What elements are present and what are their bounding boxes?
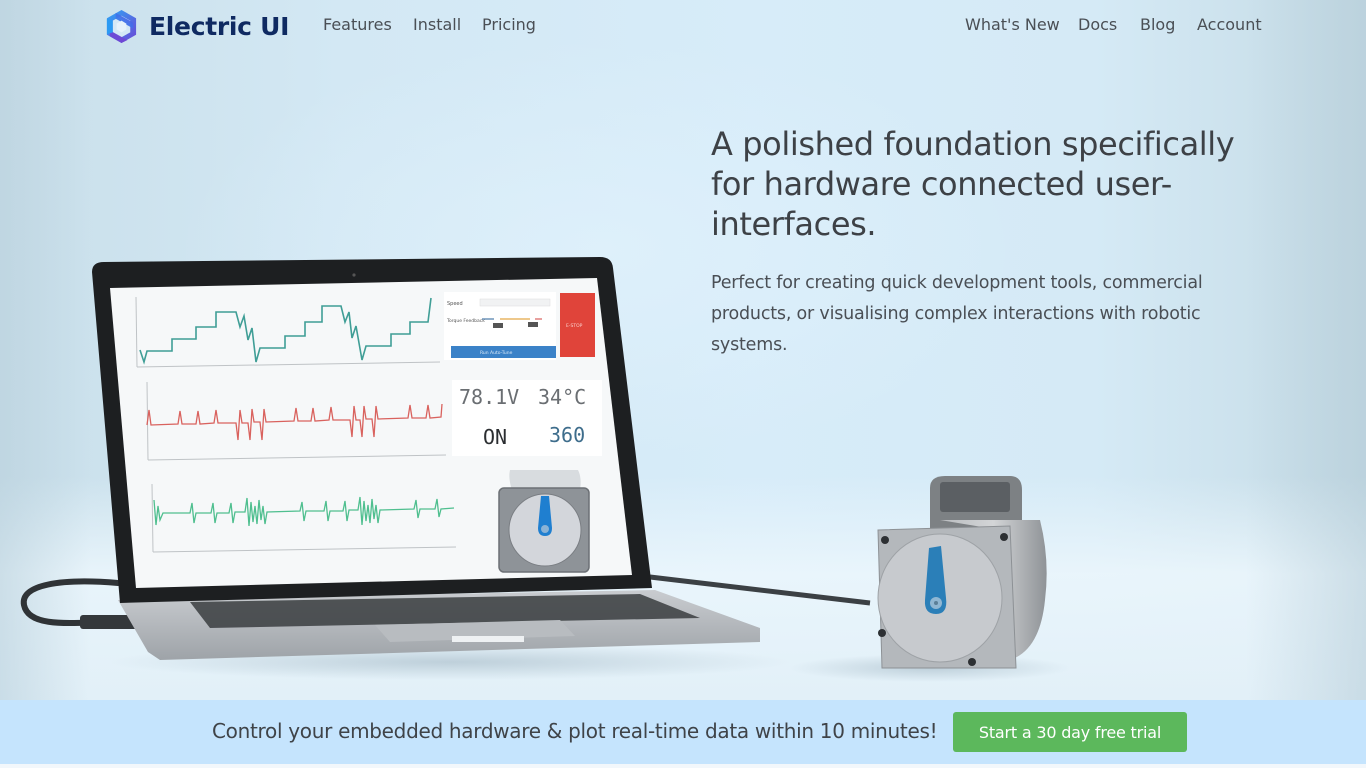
free-trial-button[interactable]: Start a 30 day free trial — [953, 712, 1187, 752]
nav-link-install[interactable]: Install — [413, 15, 461, 34]
brand-name: Electric UI — [149, 12, 290, 41]
speed-label: Speed — [447, 301, 463, 307]
top-navigation: Electric UI Features Install Pricing Wha… — [0, 0, 1366, 52]
readout-angle: 360 — [549, 423, 585, 447]
screen-readouts: 78.1V 34°C ON 360 — [452, 380, 602, 456]
nav-link-pricing[interactable]: Pricing — [482, 15, 536, 34]
nav-link-features[interactable]: Features — [323, 15, 392, 34]
hero-illustration: Speed Torque Feedback Run Auto-Tune E-ST… — [20, 257, 1070, 682]
motor-cable — [649, 574, 871, 606]
stepper-motor — [877, 476, 1047, 669]
laptop-camera — [352, 273, 356, 277]
readout-mode: ON — [483, 425, 507, 449]
nav-link-whats-new[interactable]: What's New — [965, 15, 1060, 34]
hero-headline: A polished foundation specifically for h… — [711, 125, 1235, 243]
hexagon-knot-logo-icon — [106, 9, 137, 44]
autotune-label: Run Auto-Tune — [480, 350, 513, 356]
torque-label: Torque Feedback — [446, 318, 485, 324]
readout-voltage: 78.1V — [459, 385, 519, 409]
brand-logo-link[interactable]: Electric UI — [104, 9, 289, 44]
estop-label: E-STOP — [566, 323, 583, 329]
cta-bottom-strip — [0, 764, 1366, 768]
nav-link-blog[interactable]: Blog — [1140, 15, 1175, 34]
cta-text: Control your embedded hardware & plot re… — [212, 719, 938, 743]
readout-temperature: 34°C — [538, 385, 586, 409]
nav-link-account[interactable]: Account — [1197, 15, 1262, 34]
screen-control-panel: Speed Torque Feedback Run Auto-Tune E-ST… — [444, 292, 595, 360]
laptop-notch — [452, 636, 524, 642]
nav-link-docs[interactable]: Docs — [1078, 15, 1117, 34]
screen-motor-dial — [498, 470, 590, 573]
